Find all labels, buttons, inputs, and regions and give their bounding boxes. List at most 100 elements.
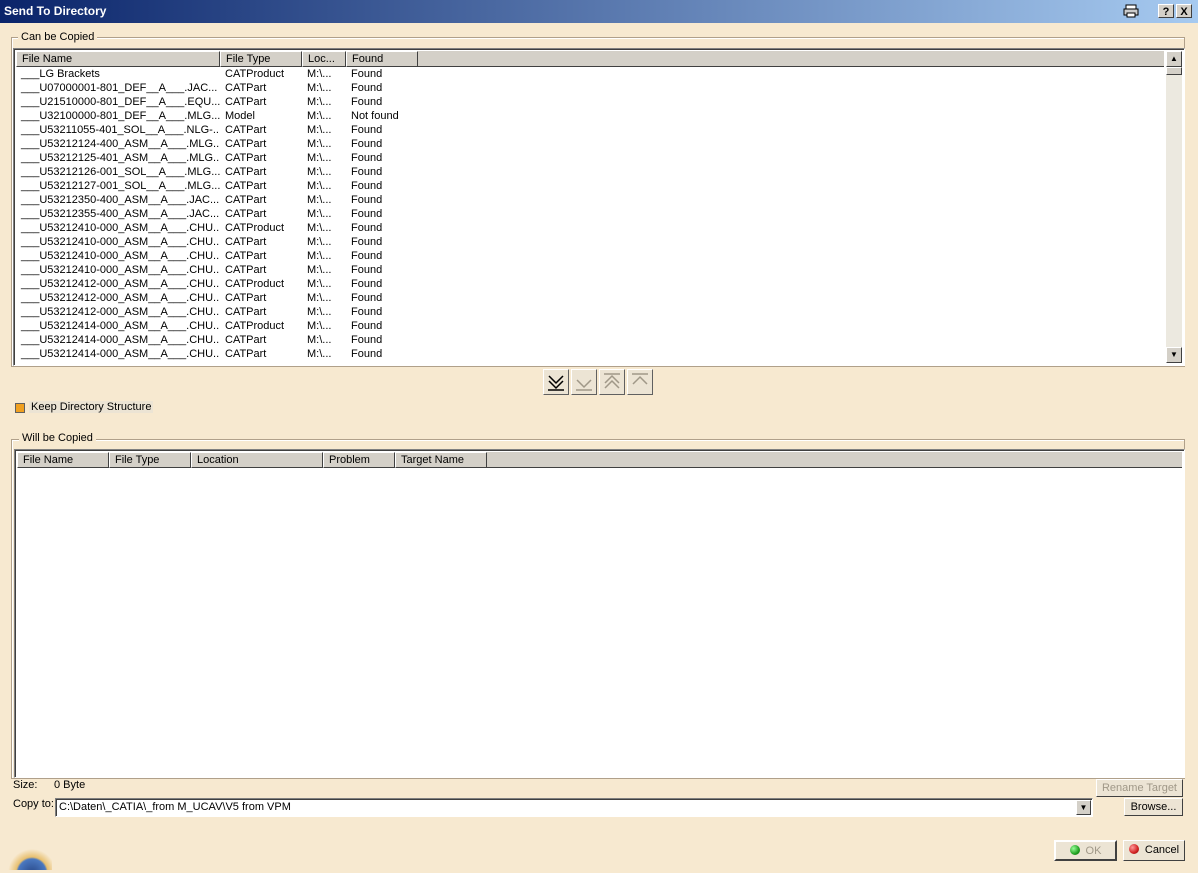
cell-found: Found — [351, 334, 383, 346]
col-location[interactable]: Location — [191, 452, 323, 468]
cell-file-name: ___U53212125-401_ASM__A___.MLG... — [21, 152, 220, 164]
move-all-up-icon — [604, 373, 620, 389]
close-button[interactable]: X — [1176, 4, 1192, 18]
cell-file-name: ___U21510000-801_DEF__A___.EQU... — [21, 96, 220, 108]
table-row[interactable]: ___LG Brackets CATProduct M:\... Found — [16, 67, 418, 81]
help-button[interactable]: ? — [1158, 4, 1174, 18]
col-location[interactable]: Loc... — [302, 51, 346, 67]
cell-found: Found — [351, 292, 383, 304]
cell-file-type: Model — [225, 110, 255, 122]
cell-file-type: CATPart — [225, 208, 267, 220]
chevron-down-icon[interactable]: ▼ — [1076, 800, 1091, 815]
can-be-copied-scrollbar[interactable]: ▲ ▼ — [1166, 51, 1182, 363]
keep-structure-checkbox[interactable] — [15, 403, 25, 413]
cell-file-name: ___U53212127-001_SOL__A___.MLG... — [21, 180, 220, 192]
table-row[interactable]: ___U53212124-400_ASM__A___.MLG... CATPart… — [16, 137, 418, 151]
cell-file-name: ___U53212410-000_ASM__A___.CHU... — [21, 264, 220, 276]
browse-button[interactable]: Browse... — [1124, 798, 1183, 816]
cell-location: M:\... — [307, 292, 332, 304]
can-be-copied-list[interactable]: File Name File Type Loc... Found ___LG B… — [13, 48, 1185, 366]
col-found[interactable]: Found — [346, 51, 418, 67]
cancel-icon — [1128, 844, 1139, 854]
table-row[interactable]: ___U53212410-000_ASM__A___.CHU... CATPart… — [16, 249, 418, 263]
table-row[interactable]: ___U53212410-000_ASM__A___.CHU... CATPart… — [16, 235, 418, 249]
can-be-copied-label: Can be Copied — [18, 31, 98, 43]
will-be-copied-label: Will be Copied — [19, 432, 96, 444]
cell-file-type: CATPart — [225, 292, 267, 304]
table-row[interactable]: ___U53212414-000_ASM__A___.CHU... CATProd… — [16, 319, 418, 333]
header-filler — [487, 452, 1182, 468]
table-row[interactable]: ___U53212126-001_SOL__A___.MLG... CATPart… — [16, 165, 418, 179]
col-file-type[interactable]: File Type — [220, 51, 302, 67]
table-row[interactable]: ___U53212414-000_ASM__A___.CHU... CATPart… — [16, 347, 418, 361]
cell-file-type: CATPart — [225, 96, 267, 108]
cell-file-type: CATPart — [225, 334, 267, 346]
cell-file-name: ___LG Brackets — [21, 68, 100, 80]
cell-location: M:\... — [307, 222, 332, 234]
size-label: Size: — [13, 779, 38, 791]
cell-location: M:\... — [307, 152, 332, 164]
ok-button[interactable]: OK — [1054, 840, 1117, 861]
cell-location: M:\... — [307, 320, 332, 332]
cell-file-name: ___U53212410-000_ASM__A___.CHU... — [21, 222, 220, 234]
col-file-name[interactable]: File Name — [16, 51, 220, 67]
will-be-copied-list[interactable]: File Name File Type Location Problem Tar… — [14, 449, 1185, 778]
keep-structure-label[interactable]: Keep Directory Structure — [29, 401, 154, 413]
cell-location: M:\... — [307, 250, 332, 262]
cell-file-type: CATPart — [225, 138, 267, 150]
col-problem[interactable]: Problem — [323, 452, 395, 468]
window-title: Send To Directory — [4, 4, 107, 18]
cell-found: Found — [351, 320, 383, 332]
cell-location: M:\... — [307, 166, 332, 178]
cancel-button[interactable]: Cancel — [1123, 840, 1185, 861]
cell-found: Found — [351, 138, 383, 150]
cell-found: Found — [351, 166, 383, 178]
col-target-name[interactable]: Target Name — [395, 452, 487, 468]
table-row[interactable]: ___U53212355-400_ASM__A___.JAC... CATPart… — [16, 207, 418, 221]
table-row[interactable]: ___U53212127-001_SOL__A___.MLG... CATPart… — [16, 179, 418, 193]
move-up-icon — [632, 373, 648, 385]
rename-target-button[interactable]: Rename Target — [1096, 779, 1183, 797]
table-row[interactable]: ___U07000001-801_DEF__A___.JAC... CATPart… — [16, 81, 418, 95]
scroll-down-icon[interactable]: ▼ — [1166, 347, 1182, 363]
table-row[interactable]: ___U21510000-801_DEF__A___.EQU... CATPart… — [16, 95, 418, 109]
cell-file-type: CATProduct — [225, 320, 285, 332]
table-row[interactable]: ___U53212410-000_ASM__A___.CHU... CATProd… — [16, 221, 418, 235]
table-row[interactable]: ___U53211055-401_SOL__A___.NLG-... CATPar… — [16, 123, 418, 137]
table-row[interactable]: ___U53212125-401_ASM__A___.MLG... CATPart… — [16, 151, 418, 165]
table-row[interactable]: ___U53212412-000_ASM__A___.CHU... CATProd… — [16, 277, 418, 291]
move-down-button[interactable] — [571, 369, 597, 395]
table-row[interactable]: ___U53212412-000_ASM__A___.CHU... CATPart… — [16, 305, 418, 319]
cancel-label: Cancel — [1144, 844, 1180, 856]
can-be-copied-header: File Name File Type Loc... Found — [16, 51, 1164, 67]
copy-to-combo[interactable]: C:\Daten\_CATIA\_from M_UCAV\V5 from VPM… — [55, 798, 1093, 817]
table-row[interactable]: ___U53212414-000_ASM__A___.CHU... CATPart… — [16, 333, 418, 347]
can-be-copied-rows: ___LG Brackets CATProduct M:\... Found ___U0… — [16, 67, 418, 361]
table-row[interactable]: ___U53212412-000_ASM__A___.CHU... CATPart… — [16, 291, 418, 305]
cell-found: Found — [351, 250, 383, 262]
will-be-copied-header: File Name File Type Location Problem Tar… — [17, 452, 1182, 468]
cell-location: M:\... — [307, 96, 332, 108]
scroll-up-icon[interactable]: ▲ — [1166, 51, 1182, 67]
cell-location: M:\... — [307, 180, 332, 192]
move-all-down-button[interactable] — [543, 369, 569, 395]
ok-label: OK — [1085, 845, 1102, 857]
cell-found: Found — [351, 222, 383, 234]
move-down-icon — [576, 379, 592, 391]
cell-found: Found — [351, 194, 383, 206]
table-row[interactable]: ___U32100000-801_DEF__A___.MLG... Model M:… — [16, 109, 418, 123]
cell-file-name: ___U53212412-000_ASM__A___.CHU... — [21, 278, 220, 290]
table-row[interactable]: ___U53212350-400_ASM__A___.JAC... CATPart… — [16, 193, 418, 207]
cell-found: Found — [351, 68, 383, 80]
cell-found: Found — [351, 82, 383, 94]
col-file-name[interactable]: File Name — [17, 452, 109, 468]
col-file-type[interactable]: File Type — [109, 452, 191, 468]
print-icon[interactable] — [1122, 4, 1140, 18]
table-row[interactable]: ___U53212410-000_ASM__A___.CHU... CATPart… — [16, 263, 418, 277]
scroll-thumb[interactable] — [1166, 67, 1182, 75]
header-filler — [418, 51, 1164, 67]
cell-file-type: CATPart — [225, 306, 267, 318]
move-all-up-button[interactable] — [599, 369, 625, 395]
move-up-button[interactable] — [627, 369, 653, 395]
cell-file-type: CATPart — [225, 348, 267, 360]
